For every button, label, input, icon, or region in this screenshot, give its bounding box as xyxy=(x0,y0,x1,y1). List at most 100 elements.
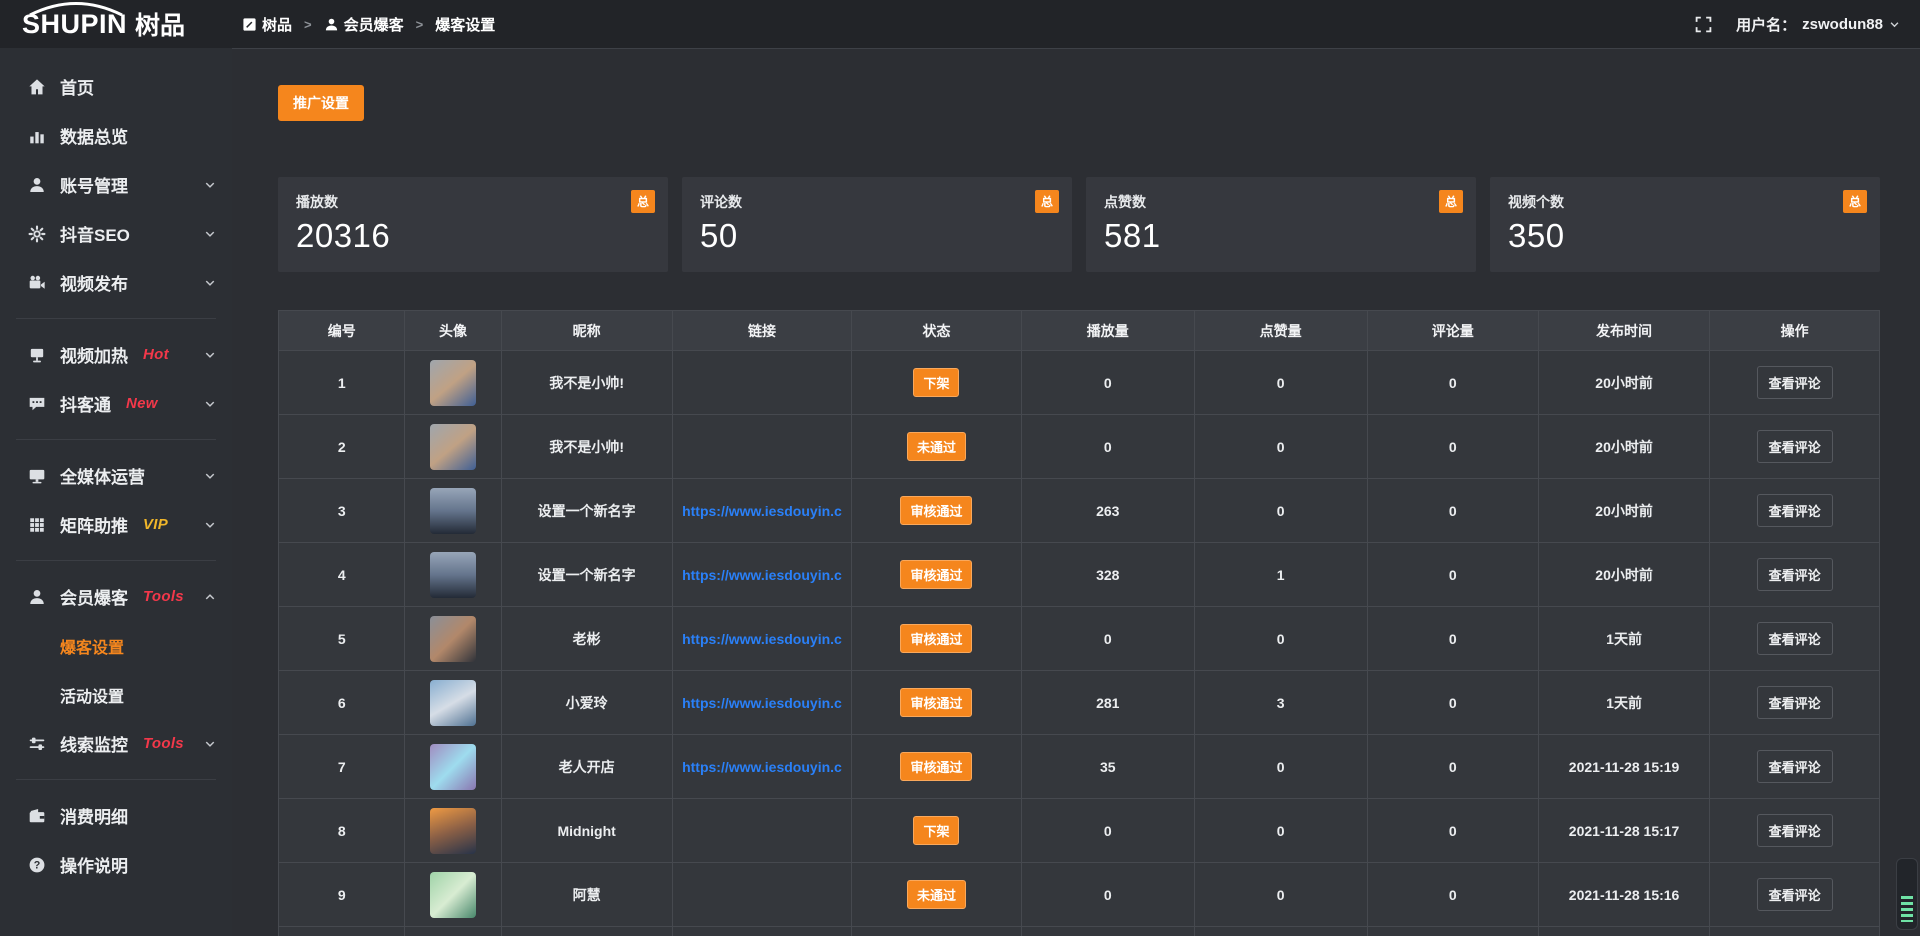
row-index: 3 xyxy=(338,503,346,519)
comments-count: 0 xyxy=(1449,567,1457,583)
stats-row: 播放数总20316评论数总50点赞数总581视频个数总350 xyxy=(278,177,1880,272)
sidebar-item-douketong[interactable]: 抖客通New xyxy=(0,379,232,428)
sidebar-item-expense-detail[interactable]: 消费明细 xyxy=(0,791,232,840)
breadcrumb-item[interactable]: 会员爆客 xyxy=(324,14,404,35)
table-cell: 328 xyxy=(1021,543,1194,607)
breadcrumb-separator: > xyxy=(304,17,312,32)
sidebar-divider xyxy=(16,779,216,780)
sidebar-item-label: 账号管理 xyxy=(60,172,128,197)
video-link[interactable]: https://www.iesdouyin.c xyxy=(682,631,842,647)
publish-time: 2021-11-28 15:17 xyxy=(1569,823,1680,839)
table-cell: 老彬 xyxy=(501,607,672,671)
logo[interactable]: SHUPIN 树品 xyxy=(0,0,232,48)
view-comments-button[interactable]: 查看评论 xyxy=(1757,558,1833,591)
table-cell xyxy=(852,927,1022,936)
table-cell: 0 xyxy=(1194,479,1367,543)
table-cell xyxy=(672,415,851,479)
sidebar-item-media-operation[interactable]: 全媒体运营 xyxy=(0,451,232,500)
comments-count: 0 xyxy=(1449,695,1457,711)
sidebar-subitem-activity-settings[interactable]: 活动设置 xyxy=(0,670,232,719)
topbar: SHUPIN 树品 树品>会员爆客>爆客设置 用户名：zswodun88 xyxy=(0,0,1920,48)
table-row: 2我不是小帅!未通过00020小时前查看评论 xyxy=(279,415,1880,479)
sidebar-item-data-overview[interactable]: 数据总览 xyxy=(0,111,232,160)
breadcrumb-label: 会员爆客 xyxy=(344,14,404,35)
avatar xyxy=(430,744,476,790)
table-cell: 小爱玲 xyxy=(501,671,672,735)
table-cell xyxy=(672,863,851,927)
promo-settings-button[interactable]: 推广设置 xyxy=(278,85,364,121)
fullscreen-icon[interactable] xyxy=(1695,16,1712,33)
data-table: 编号头像昵称链接状态播放量点赞量评论量发布时间操作 1我不是小帅!下架00020… xyxy=(278,310,1880,936)
status-badge: 审核通过 xyxy=(900,688,972,717)
sidebar-item-account-management[interactable]: 账号管理 xyxy=(0,160,232,209)
sidebar-item-label: 操作说明 xyxy=(60,852,128,877)
stat-label: 视频个数 xyxy=(1508,192,1862,212)
sidebar-item-badge: Tools xyxy=(143,588,184,605)
avatar xyxy=(430,552,476,598)
sidebar-item-badge: New xyxy=(126,395,158,412)
column-header: 昵称 xyxy=(501,311,672,351)
nickname: 设置一个新名字 xyxy=(538,503,636,519)
sidebar-item-home[interactable]: 首页 xyxy=(0,62,232,111)
table-cell: 0 xyxy=(1194,863,1367,927)
sidebar-item-label: 首页 xyxy=(60,74,94,99)
publish-time: 20小时前 xyxy=(1595,503,1653,519)
sidebar-item-clue-monitor[interactable]: 线索监控Tools xyxy=(0,719,232,768)
table-cell: 4 xyxy=(279,543,405,607)
view-comments-button[interactable]: 查看评论 xyxy=(1757,878,1833,911)
stat-label: 评论数 xyxy=(700,192,1054,212)
table-cell: 3 xyxy=(1194,671,1367,735)
sidebar-item-matrix-boost[interactable]: 矩阵助推VIP xyxy=(0,500,232,549)
column-header: 头像 xyxy=(405,311,501,351)
table-cell: 1 xyxy=(279,351,405,415)
status-badge: 下架 xyxy=(913,816,959,845)
sidebar-item-operation-guide[interactable]: ?操作说明 xyxy=(0,840,232,889)
video-link[interactable]: https://www.iesdouyin.c xyxy=(682,695,842,711)
logo-arc-decoration xyxy=(26,1,126,16)
view-comments-button[interactable]: 查看评论 xyxy=(1757,686,1833,719)
sidebar-item-video-publish[interactable]: 视频发布 xyxy=(0,258,232,307)
likes-count: 0 xyxy=(1277,759,1285,775)
view-comments-button[interactable]: 查看评论 xyxy=(1757,750,1833,783)
sidebar-subitem-baoke-settings[interactable]: 爆客设置 xyxy=(0,621,232,670)
video-link[interactable]: https://www.iesdouyin.c xyxy=(682,759,842,775)
view-comments-button[interactable]: 查看评论 xyxy=(1757,622,1833,655)
view-comments-button[interactable]: 查看评论 xyxy=(1757,494,1833,527)
floating-widget[interactable] xyxy=(1896,858,1918,930)
video-link[interactable]: https://www.iesdouyin.c xyxy=(682,503,842,519)
sidebar-item-label: 数据总览 xyxy=(60,123,128,148)
table-cell: 0 xyxy=(1367,415,1538,479)
chart-icon xyxy=(26,127,47,145)
table-cell: 0 xyxy=(1367,607,1538,671)
table-row: 8Midnight下架0002021-11-28 15:17查看评论 xyxy=(279,799,1880,863)
table-cell: 0 xyxy=(1367,543,1538,607)
status-badge: 未通过 xyxy=(907,432,966,461)
table-cell: 设置一个新名字 xyxy=(501,479,672,543)
table-cell: 阿慧 xyxy=(501,863,672,927)
table-cell: 老人开店 xyxy=(501,735,672,799)
avatar xyxy=(430,680,476,726)
avatar xyxy=(430,616,476,662)
sidebar-item-video-heat[interactable]: 视频加热Hot xyxy=(0,330,232,379)
stat-value: 20316 xyxy=(296,217,650,255)
breadcrumb-item[interactable]: 树品 xyxy=(242,14,292,35)
sidebar-item-member-baoke[interactable]: 会员爆客Tools xyxy=(0,572,232,621)
view-comments-button[interactable]: 查看评论 xyxy=(1757,430,1833,463)
username: zswodun88 xyxy=(1802,16,1883,33)
breadcrumb-item[interactable]: 爆客设置 xyxy=(435,14,495,35)
sidebar-item-badge: Hot xyxy=(143,346,169,363)
user-menu[interactable]: 用户名：zswodun88 xyxy=(1736,14,1900,35)
publish-time: 1天前 xyxy=(1606,631,1642,647)
view-comments-button[interactable]: 查看评论 xyxy=(1757,366,1833,399)
video-link[interactable]: https://www.iesdouyin.c xyxy=(682,567,842,583)
publish-time: 20小时前 xyxy=(1595,439,1653,455)
likes-count: 0 xyxy=(1277,823,1285,839)
wallet-icon xyxy=(26,807,47,825)
nickname: 阿慧 xyxy=(573,887,601,903)
stat-total-badge: 总 xyxy=(1035,190,1059,213)
sidebar-item-douyin-seo[interactable]: 抖音SEO xyxy=(0,209,232,258)
view-comments-button[interactable]: 查看评论 xyxy=(1757,814,1833,847)
table-cell: 9 xyxy=(279,863,405,927)
breadcrumb: 树品>会员爆客>爆客设置 xyxy=(242,14,495,35)
table-cell: 审核通过 xyxy=(852,543,1022,607)
